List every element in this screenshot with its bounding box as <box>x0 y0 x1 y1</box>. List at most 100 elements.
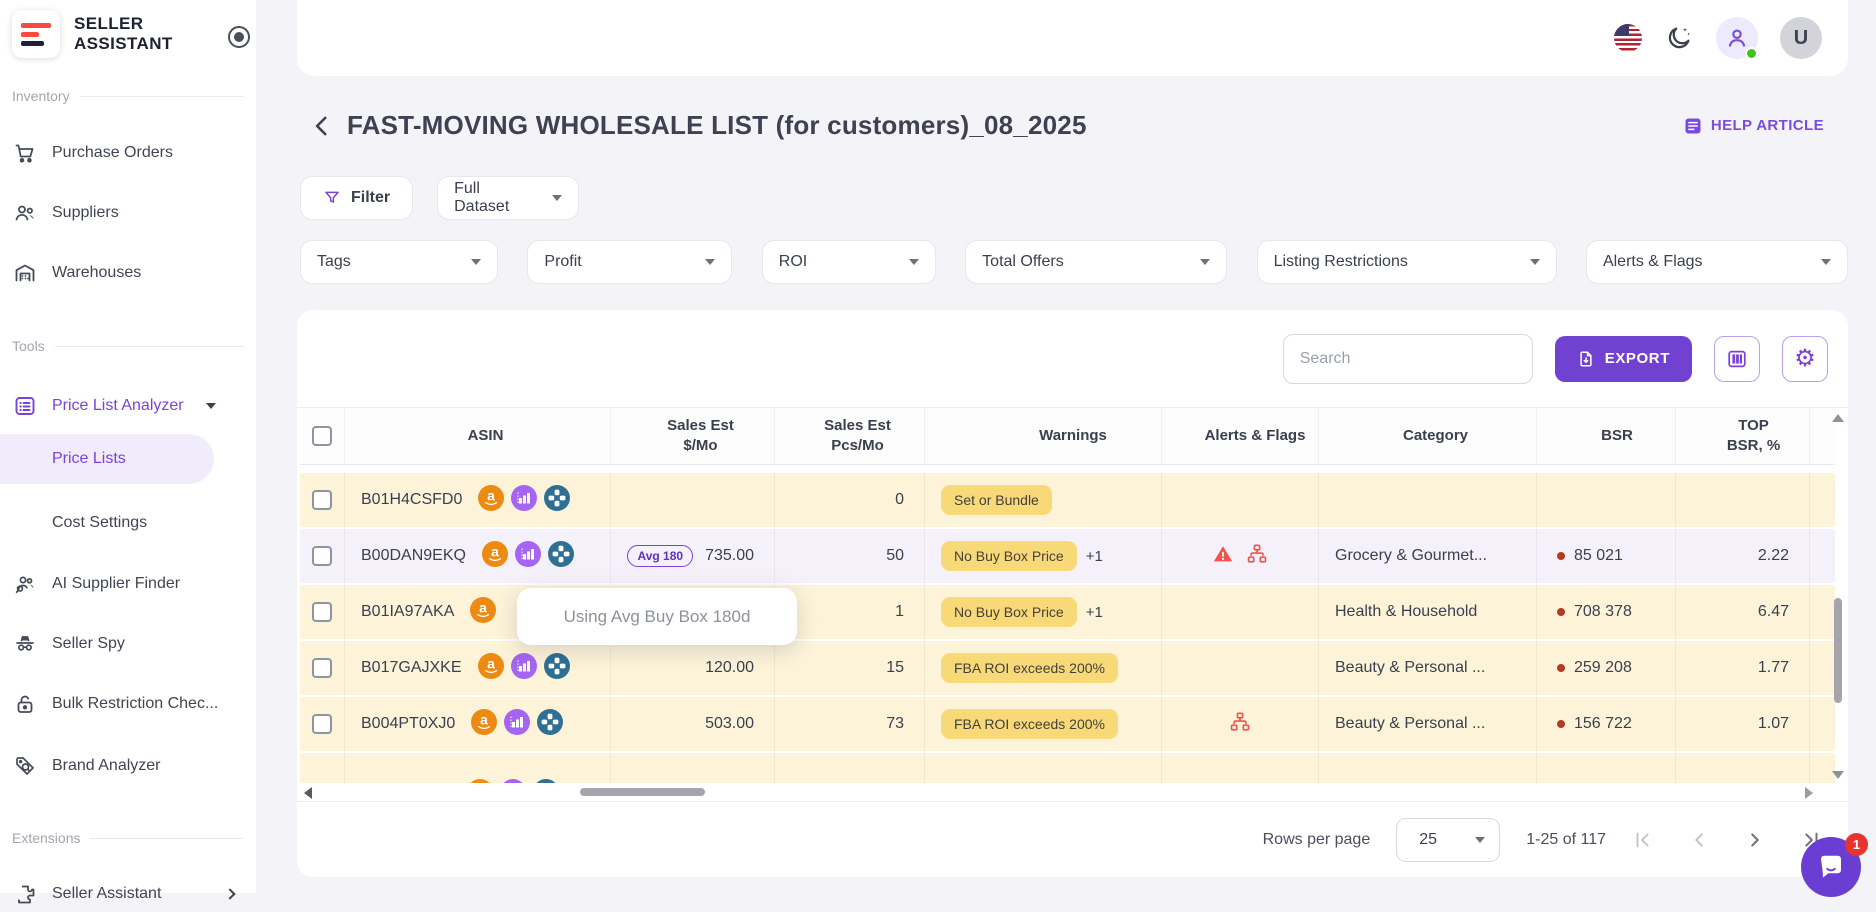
sidebar-item-bulk-restriction-checker[interactable]: Bulk Restriction Chec... <box>0 686 256 722</box>
filter-total-offers[interactable]: Total Offers <box>965 240 1228 284</box>
filter-alerts-flags[interactable]: Alerts & Flags <box>1585 240 1848 284</box>
filter-button[interactable]: Filter <box>300 176 414 220</box>
amazon-icon[interactable]: a <box>481 540 508 572</box>
tag-search-icon <box>12 753 38 779</box>
sidebar-item-brand-analyzer[interactable]: Brand Analyzer <box>0 748 256 784</box>
language-flag-icon[interactable] <box>1614 24 1642 52</box>
table-row[interactable]: B00DAN9EKQ a Avg 180 735.00 50 No Buy Box… <box>300 529 1835 585</box>
funnel-icon <box>325 191 339 203</box>
export-button[interactable]: EXPORT <box>1554 335 1692 382</box>
user-initial-avatar[interactable]: U <box>1780 17 1822 59</box>
pagination-range: 1-25 of 117 <box>1526 830 1606 848</box>
col-category[interactable]: Category <box>1319 408 1537 464</box>
warning-triangle-icon[interactable] <box>1212 543 1234 570</box>
category-text: Health & Household <box>1335 603 1478 620</box>
select-all-checkbox[interactable] <box>312 426 332 446</box>
horizontal-scroll-thumb[interactable] <box>580 788 705 796</box>
help-article-link[interactable]: HELP ARTICLE <box>1683 116 1824 136</box>
row-checkbox[interactable] <box>312 658 332 678</box>
warning-badge[interactable]: FBA ROI exceeds 200% <box>941 709 1118 739</box>
scroll-right-icon[interactable] <box>1805 787 1813 799</box>
filter-tags[interactable]: Tags <box>300 240 498 284</box>
col-alerts-flags[interactable]: Alerts & Flags <box>1162 408 1319 464</box>
row-checkbox[interactable] <box>312 490 332 510</box>
sidebar-item-price-list-analyzer[interactable]: Price List Analyzer <box>0 388 256 424</box>
account-avatar[interactable] <box>1716 17 1758 60</box>
columns-button[interactable] <box>1714 335 1760 382</box>
table-row-partial[interactable]: a <box>300 753 1835 783</box>
amazon-icon[interactable]: a <box>471 708 498 740</box>
filter-listing-restrictions[interactable]: Listing Restrictions <box>1256 240 1557 284</box>
next-page-button[interactable] <box>1744 829 1766 851</box>
chart-icon[interactable] <box>514 540 541 572</box>
variations-icon[interactable] <box>1229 711 1251 738</box>
chart-icon[interactable] <box>504 708 531 740</box>
section-extensions: Extensions <box>12 830 244 846</box>
svg-text:a: a <box>480 711 488 727</box>
row-checkbox[interactable] <box>312 602 332 622</box>
row-checkbox[interactable] <box>312 546 332 566</box>
cross-grid-icon[interactable] <box>543 652 570 684</box>
sidebar-item-warehouses[interactable]: Warehouses <box>0 255 256 291</box>
first-page-button[interactable] <box>1632 829 1654 851</box>
cross-grid-icon[interactable] <box>547 540 574 572</box>
table-row[interactable]: B004PT0XJ0 a 503.00 73 FBA ROI exceeds 2… <box>300 697 1835 753</box>
scroll-left-icon[interactable] <box>304 787 312 799</box>
warning-badge[interactable]: FBA ROI exceeds 200% <box>941 653 1118 683</box>
asin-text[interactable]: B01IA97AKA <box>361 603 454 621</box>
sidebar-item-seller-spy[interactable]: Seller Spy <box>0 626 256 662</box>
warning-badge[interactable]: No Buy Box Price <box>941 541 1077 571</box>
filter-roi[interactable]: ROI <box>761 240 936 284</box>
amazon-icon[interactable]: a <box>478 484 505 516</box>
asin-text[interactable]: B017GAJXKE <box>361 659 462 677</box>
warning-badge[interactable]: Set or Bundle <box>941 485 1052 515</box>
table-row[interactable]: B017GAJXKE a 120.00 15 FBA ROI exceeds 2… <box>300 641 1835 697</box>
dark-mode-moon-icon[interactable] <box>1664 23 1694 53</box>
previous-page-button[interactable] <box>1688 829 1710 851</box>
table-row[interactable]: B01H4CSFD0 a 0 Set or Bundle <box>300 473 1835 529</box>
sidebar-item-purchase-orders[interactable]: Purchase Orders <box>0 135 256 171</box>
rows-per-page-select[interactable]: 25 <box>1396 817 1501 862</box>
avg-180-badge[interactable]: Avg 180 <box>627 545 694 567</box>
col-asin[interactable]: ASIN <box>345 408 611 464</box>
vertical-scrollbar[interactable] <box>1831 410 1845 783</box>
sidebar-item-ai-supplier-finder[interactable]: AI Supplier Finder <box>0 566 256 602</box>
cross-grid-icon[interactable] <box>544 484 571 516</box>
chart-icon[interactable] <box>511 484 538 516</box>
col-top-bsr[interactable]: TOP BSR, % <box>1676 408 1810 464</box>
sidebar-item-seller-assistant-extension[interactable]: Seller Assistant <box>0 876 256 912</box>
dataset-select[interactable]: Full Dataset <box>437 176 580 220</box>
scroll-down-icon[interactable] <box>1832 771 1844 779</box>
caret-down-icon <box>1820 259 1831 265</box>
warning-badge[interactable]: No Buy Box Price <box>941 597 1077 627</box>
warning-more[interactable]: +1 <box>1086 548 1103 565</box>
vertical-scroll-thumb[interactable] <box>1834 598 1842 703</box>
scroll-up-icon[interactable] <box>1832 414 1844 422</box>
row-checkbox[interactable] <box>312 714 332 734</box>
col-sales-est-mo[interactable]: Sales Est $/Mo <box>611 408 775 464</box>
amazon-icon[interactable]: a <box>477 652 504 684</box>
asin-text[interactable]: B004PT0XJ0 <box>361 715 455 733</box>
asin-text[interactable]: B00DAN9EKQ <box>361 547 466 565</box>
horizontal-scrollbar[interactable] <box>300 783 1835 801</box>
col-sales-est-pcs[interactable]: Sales Est Pcs/Mo <box>775 408 925 464</box>
sidebar-item-price-lists[interactable]: Price Lists <box>0 441 256 477</box>
filter-profit[interactable]: Profit <box>527 240 733 284</box>
variations-icon[interactable] <box>1246 543 1268 570</box>
avg-buy-box-tooltip: Using Avg Buy Box 180d <box>517 588 797 645</box>
sidebar-collapse-toggle-icon[interactable] <box>228 26 250 48</box>
sidebar-item-cost-settings[interactable]: Cost Settings <box>0 505 256 541</box>
top-bsr-value: 6.47 <box>1757 603 1789 620</box>
col-warnings[interactable]: Warnings <box>925 408 1162 464</box>
asin-text[interactable]: B01H4CSFD0 <box>361 491 462 509</box>
back-button[interactable] <box>309 113 335 139</box>
search-input[interactable] <box>1282 333 1533 384</box>
bsr-dot-icon <box>1557 720 1565 728</box>
cross-grid-icon[interactable] <box>537 708 564 740</box>
sidebar-item-suppliers[interactable]: Suppliers <box>0 195 256 231</box>
chart-icon[interactable] <box>510 652 537 684</box>
amazon-icon[interactable]: a <box>470 596 497 628</box>
col-bsr[interactable]: BSR <box>1537 408 1676 464</box>
settings-button[interactable]: ⚙ <box>1782 335 1828 382</box>
warning-more[interactable]: +1 <box>1086 604 1103 621</box>
